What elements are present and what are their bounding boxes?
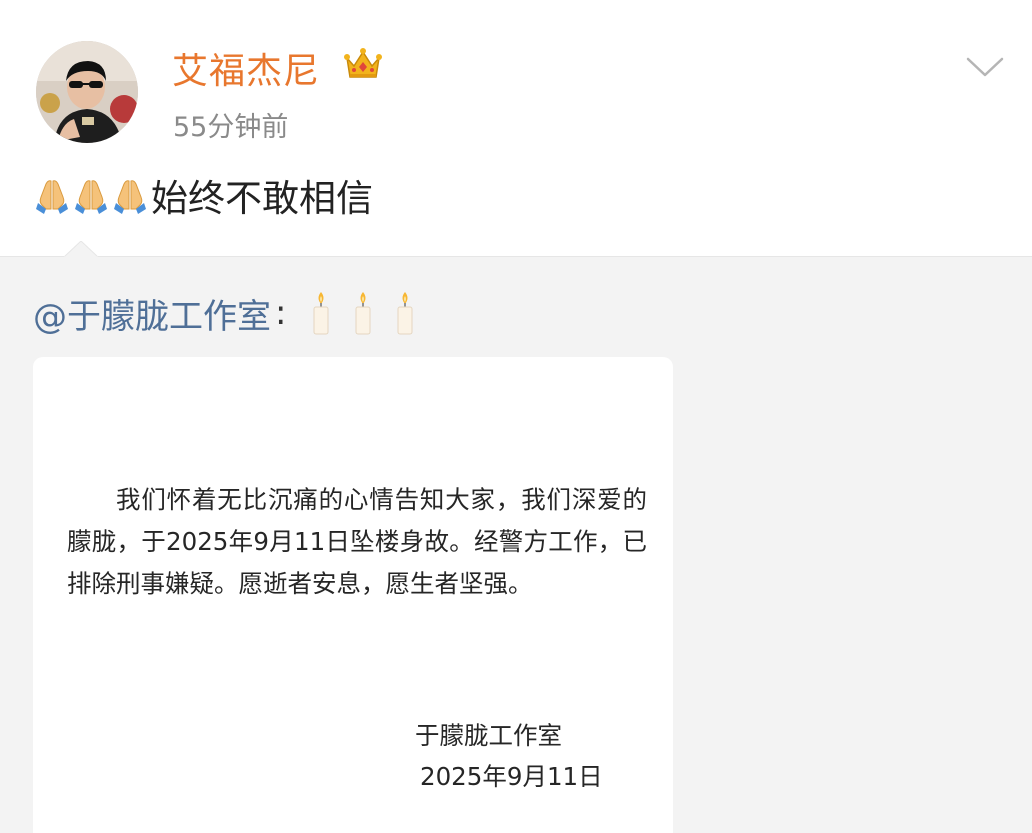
mention-link[interactable]: @于朦胧工作室 [33, 289, 271, 338]
folded-hands-icon [34, 175, 70, 215]
candle-icon [308, 290, 334, 336]
folded-hands-icon [73, 175, 109, 215]
username[interactable]: 艾福杰尼 [172, 42, 320, 94]
folded-hands-icon [112, 175, 148, 215]
post-text: 始终不敢相信 [34, 170, 373, 220]
notice-body: 我们怀着无比沉痛的心情告知大家，我们深爱的朦胧，于2025年9月11日坠楼身故。… [67, 485, 647, 598]
chevron-down-icon[interactable] [965, 52, 1005, 82]
post-header: 艾福杰尼 55分钟前 始终不敢相信 [0, 0, 1032, 256]
candle-icon [392, 290, 418, 336]
repost-header: @于朦胧工作室 : [33, 289, 418, 338]
repost-colon: : [275, 293, 287, 333]
crown-icon [343, 44, 383, 84]
repost-notch [63, 240, 99, 259]
avatar[interactable] [36, 41, 138, 143]
post-timestamp: 55分钟前 [173, 112, 289, 143]
notice-signature: 于朦胧工作室 [415, 721, 562, 750]
post-text-content: 始终不敢相信 [151, 177, 373, 220]
candle-icon [350, 290, 376, 336]
notice-image[interactable]: 我们怀着无比沉痛的心情告知大家，我们深爱的朦胧，于2025年9月11日坠楼身故。… [33, 357, 673, 833]
notice-date: 2025年9月11日 [420, 762, 603, 791]
